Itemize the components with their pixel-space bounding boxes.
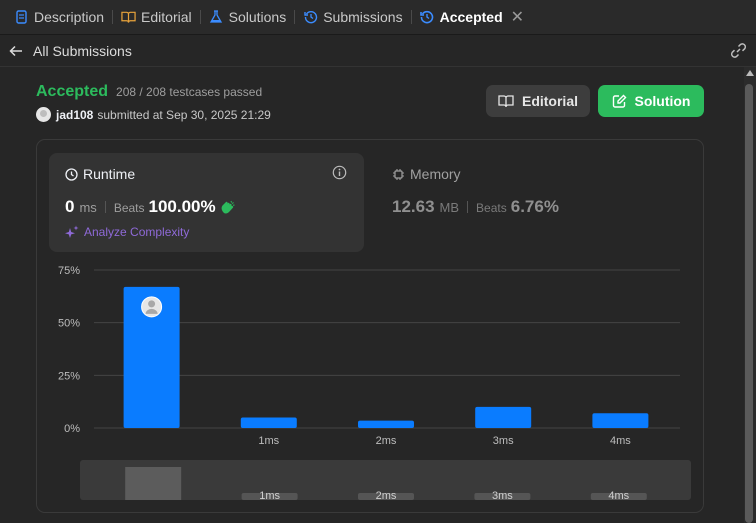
runtime-unit: ms bbox=[79, 200, 97, 215]
analyze-complexity-link[interactable]: Analyze Complexity bbox=[65, 225, 189, 239]
username[interactable]: jad108 bbox=[56, 108, 93, 122]
beats-label: Beats bbox=[113, 201, 145, 215]
description-icon bbox=[14, 10, 29, 25]
y-tick-label: 25% bbox=[58, 370, 80, 382]
avatar[interactable] bbox=[36, 107, 51, 122]
divider bbox=[467, 201, 469, 213]
runtime-distribution-chart[interactable]: 0% 25% 50% 75% 1ms 2ms 3ms 4ms 1ms 2ms 3ms 4ms bbox=[50, 260, 700, 505]
book-icon bbox=[498, 94, 514, 108]
y-tick-label: 50% bbox=[58, 318, 80, 330]
link-icon[interactable] bbox=[730, 42, 747, 59]
y-tick-label: 0% bbox=[64, 423, 80, 435]
scroll-up-arrow-icon[interactable] bbox=[746, 70, 754, 76]
x-tick-label: 4ms bbox=[610, 435, 631, 447]
tab-accepted[interactable]: Accepted ✕ bbox=[412, 0, 532, 35]
scrollbar-thumb[interactable] bbox=[745, 84, 753, 523]
analyze-label: Analyze Complexity bbox=[84, 225, 190, 239]
memory-label: Memory bbox=[410, 166, 461, 182]
beats-label: Beats bbox=[476, 201, 507, 215]
x-tick-label: 3ms bbox=[493, 435, 514, 447]
chart-bar[interactable] bbox=[358, 420, 414, 428]
result-status: Accepted 208 / 208 testcases passed bbox=[36, 83, 262, 101]
navigator-label: 1ms bbox=[259, 490, 280, 502]
avatar-head bbox=[148, 300, 156, 308]
runtime-value: 0 bbox=[65, 197, 75, 216]
memory-value: 12.63 bbox=[392, 197, 435, 216]
runtime-title: Runtime bbox=[65, 166, 135, 182]
back-arrow-icon[interactable] bbox=[9, 45, 23, 57]
all-submissions-link[interactable]: All Submissions bbox=[33, 43, 132, 59]
submission-header: All Submissions bbox=[0, 35, 756, 67]
memory-unit: MB bbox=[439, 200, 460, 215]
tab-label: Description bbox=[34, 9, 105, 25]
chart-bar[interactable] bbox=[475, 406, 532, 428]
submitted-time: submitted at Sep 30, 2025 21:29 bbox=[97, 107, 271, 122]
runtime-beats-value: 100.00% bbox=[148, 197, 216, 216]
tab-submissions[interactable]: Submissions bbox=[295, 0, 410, 35]
editorial-label: Editorial bbox=[521, 93, 578, 109]
clock-icon bbox=[65, 167, 78, 181]
clap-icon bbox=[220, 200, 236, 215]
memory-metric: 12.63 MB Beats 6.76% bbox=[392, 197, 559, 217]
tab-label: Submissions bbox=[323, 9, 403, 25]
book-icon bbox=[121, 10, 136, 25]
history-icon bbox=[303, 10, 318, 25]
tab-bar: Description Editorial Solutions Submissi… bbox=[0, 0, 756, 35]
sparkle-icon bbox=[65, 225, 79, 239]
flask-icon bbox=[209, 10, 224, 25]
tab-description[interactable]: Description bbox=[6, 0, 112, 35]
divider bbox=[104, 201, 106, 213]
submitter-info: jad108 submitted at Sep 30, 2025 21:29 bbox=[36, 107, 271, 122]
tab-label: Accepted bbox=[439, 9, 503, 25]
x-tick-label: 1ms bbox=[258, 435, 279, 447]
chart-bar[interactable] bbox=[592, 413, 649, 428]
close-icon[interactable]: ✕ bbox=[511, 7, 524, 27]
edit-icon bbox=[612, 94, 627, 109]
testcases-passed: 208 / 208 testcases passed bbox=[116, 85, 263, 99]
navigator-label: 3ms bbox=[492, 490, 513, 502]
tab-solutions[interactable]: Solutions bbox=[201, 0, 295, 35]
info-icon[interactable] bbox=[332, 165, 347, 185]
navigator-label: 4ms bbox=[608, 490, 629, 502]
chip-icon bbox=[392, 168, 405, 181]
solution-button[interactable]: Solution bbox=[598, 85, 704, 117]
solution-label: Solution bbox=[634, 93, 691, 109]
editorial-button[interactable]: Editorial bbox=[486, 85, 590, 117]
x-tick-label: 2ms bbox=[376, 435, 397, 447]
navigator-bar bbox=[125, 467, 182, 500]
runtime-label: Runtime bbox=[83, 166, 136, 182]
navigator-label: 2ms bbox=[376, 490, 397, 502]
tab-label: Solutions bbox=[228, 9, 287, 25]
history-icon bbox=[420, 10, 435, 25]
accepted-status: Accepted bbox=[36, 83, 109, 100]
tab-editorial[interactable]: Editorial bbox=[113, 0, 200, 35]
memory-beats-value: 6.76% bbox=[510, 197, 559, 216]
y-tick-label: 75% bbox=[58, 265, 80, 277]
tab-label: Editorial bbox=[141, 9, 192, 25]
runtime-metric: 0 ms Beats 100.00% bbox=[65, 197, 236, 217]
memory-title[interactable]: Memory bbox=[392, 166, 461, 182]
chart-bar[interactable] bbox=[240, 417, 297, 428]
